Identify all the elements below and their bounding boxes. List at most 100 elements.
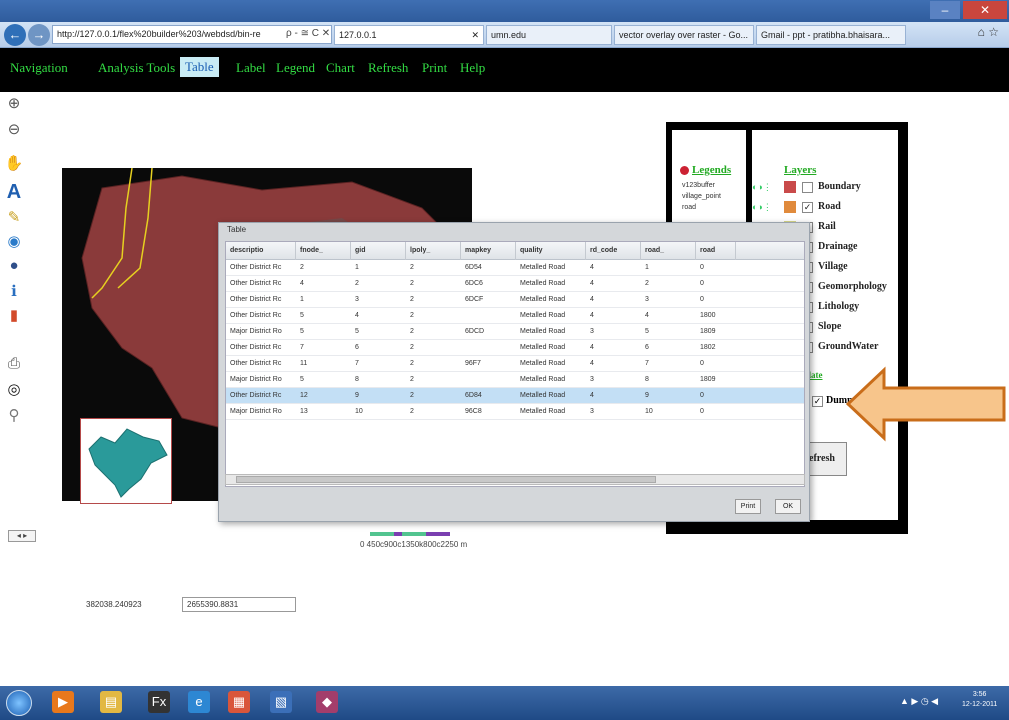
legend-title[interactable]: Legends (692, 164, 731, 176)
media-player-icon[interactable]: ▶ (52, 691, 74, 713)
dump-checkbox[interactable]: ✓ (812, 396, 823, 407)
table-cell: 4 (300, 280, 304, 287)
tab-google-search[interactable]: vector overlay over raster - Go... (614, 25, 754, 45)
menu-help[interactable]: Help (460, 60, 485, 76)
table-row[interactable]: Other District Rc 4 2 2 6DC6 Metalled Road 4 2 0 (226, 276, 804, 292)
layer-row-boundary[interactable]: ◐◑⋮ Boundary (752, 180, 897, 196)
column-header-descriptio[interactable]: descriptio (230, 242, 296, 260)
table-cell: 12 (300, 392, 308, 399)
paint-icon[interactable]: ▦ (228, 691, 250, 713)
menu-label[interactable]: Label (236, 60, 266, 76)
table-row[interactable]: Other District Rc 2 1 2 6D54 Metalled Road 4 1 0 (226, 260, 804, 276)
table-cell: 4 (590, 312, 594, 319)
editor-icon[interactable]: ▧ (270, 691, 292, 713)
table-cell: 96F7 (465, 360, 481, 367)
menu-chart[interactable]: Chart (326, 60, 355, 76)
print-icon[interactable]: ⎙ (4, 354, 24, 374)
table-cell: 4 (590, 360, 594, 367)
table-cell: Metalled Road (520, 328, 566, 335)
table-row[interactable]: Other District Rc 11 7 2 96F7 Metalled Road 4 7… (226, 356, 804, 372)
legend-close-icon[interactable] (680, 166, 689, 175)
zoom-out-icon[interactable]: ⊖ (4, 120, 24, 140)
layer-row-road[interactable]: ◐◑⋮ ✓ Road (752, 200, 897, 216)
text-label-icon[interactable]: A (4, 182, 24, 202)
url-controls[interactable]: ρ - ≅ C ✕ (286, 25, 330, 42)
folder-icon[interactable]: ▤ (100, 691, 122, 713)
identify-icon[interactable]: ◎ (4, 380, 24, 400)
attribute-table[interactable]: descriptio fnode_ gid lpoly_ mapkey quality rd… (225, 241, 805, 487)
search-icon[interactable]: ⚲ (4, 406, 24, 426)
back-icon[interactable]: ← (4, 24, 26, 46)
column-header-rd_code[interactable]: rd_code (590, 242, 641, 260)
table-row[interactable]: Major District Ro 13 10 2 96C8 Metalled Road 3… (226, 404, 804, 420)
column-header-lpoly_[interactable]: lpoly_ (410, 242, 461, 260)
ie-icon[interactable]: e (188, 691, 210, 713)
flex-icon[interactable]: Fx (148, 691, 170, 713)
layer-visibility-icon[interactable]: ◐◑⋮ (752, 182, 772, 193)
column-header-road[interactable]: road (700, 242, 736, 260)
print-button[interactable]: Print (735, 499, 761, 514)
chart-icon[interactable]: ▮ (4, 306, 24, 326)
table-cell: 6 (355, 344, 359, 351)
zoom-in-icon[interactable]: ⊕ (4, 94, 24, 114)
table-cell: 2 (300, 264, 304, 271)
table-row[interactable]: Other District Rc 12 9 2 6D84 Metalled Road 4 9… (226, 388, 804, 404)
pan-icon[interactable]: ✋ (4, 154, 24, 174)
table-cell: Metalled Road (520, 264, 566, 271)
layer-checkbox[interactable] (802, 182, 813, 193)
table-row[interactable]: Other District Rc 1 3 2 6DCF Metalled Road 4 3 0 (226, 292, 804, 308)
table-dialog[interactable]: Table descriptio fnode_ gid lpoly_ mapkey qua… (218, 222, 810, 522)
layer-name: Lithology (818, 301, 860, 312)
column-header-road_[interactable]: road_ (645, 242, 696, 260)
globe-icon[interactable]: ◉ (4, 232, 24, 252)
start-button[interactable] (6, 690, 32, 716)
table-cell: 4 (590, 264, 594, 271)
layer-checkbox[interactable]: ✓ (802, 202, 813, 213)
table-row[interactable]: Major District Ro 5 5 2 6DCD Metalled Road 3 5 1… (226, 324, 804, 340)
taskbar: ▶ ▤ Fx e ▦ ▧ ◆ ▲ ▶ ◷ ◀ 3:56 12-12-2011 (0, 686, 1009, 720)
menu-refresh[interactable]: Refresh (368, 60, 408, 76)
menu-table[interactable]: Table (180, 57, 219, 77)
column-header-quality[interactable]: quality (520, 242, 586, 260)
menu-analysis-tools[interactable]: Analysis Tools (98, 60, 175, 76)
layer-visibility-icon[interactable]: ◐◑⋮ (752, 202, 772, 213)
table-cell: 8 (355, 376, 359, 383)
table-cell: 9 (355, 392, 359, 399)
layer-name: Rail (818, 221, 836, 232)
table-cell: 2 (410, 312, 414, 319)
table-cell: Major District Ro (230, 376, 282, 383)
minimize-button[interactable]: – (930, 1, 960, 19)
layers-title[interactable]: Layers (784, 164, 816, 176)
forward-icon[interactable]: → (28, 24, 50, 46)
scroll-thumb[interactable] (236, 476, 656, 483)
table-cell: Metalled Road (520, 312, 566, 319)
tab-gmail[interactable]: Gmail - ppt - pratibha.bhaisara... (756, 25, 906, 45)
table-row[interactable]: Other District Rc 5 4 2 Metalled Road 4 4 1800 (226, 308, 804, 324)
table-row[interactable]: Major District Ro 5 8 2 Metalled Road 3 8 1809 (226, 372, 804, 388)
tab-close-icon[interactable]: ✕ (471, 26, 479, 44)
system-tray[interactable]: ▲ ▶ ◷ ◀ (900, 696, 938, 707)
column-header-gid[interactable]: gid (355, 242, 406, 260)
menu-print[interactable]: Print (422, 60, 447, 76)
table-cell: 2 (410, 296, 414, 303)
y-coordinate-field[interactable]: 2655390.8831 (182, 597, 296, 612)
tab-umn[interactable]: umn.edu (486, 25, 612, 45)
table-cell: Other District Rc (230, 344, 282, 351)
menu-navigation[interactable]: Navigation (10, 60, 68, 76)
edit-pencil-icon[interactable]: ✎ (4, 208, 24, 228)
winrar-icon[interactable]: ◆ (316, 691, 338, 713)
layer-name: Road (818, 201, 841, 212)
column-header-mapkey[interactable]: mapkey (465, 242, 516, 260)
horizontal-scrollbar[interactable] (225, 474, 805, 485)
tab-localhost[interactable]: 127.0.0.1 ✕ (334, 25, 484, 45)
info-icon[interactable]: ℹ (4, 282, 24, 302)
home-favorites-icon[interactable]: ⌂ ☆ (978, 25, 999, 39)
table-row[interactable]: Other District Rc 7 6 2 Metalled Road 4 6 1802 (226, 340, 804, 356)
ok-button[interactable]: OK (775, 499, 801, 514)
close-window-button[interactable]: ✕ (963, 1, 1007, 19)
zoom-slider-control[interactable]: ◂ ▸ (8, 530, 36, 542)
full-extent-icon[interactable]: ● (4, 256, 24, 276)
overview-map[interactable] (80, 418, 172, 504)
menu-legend[interactable]: Legend (276, 60, 315, 76)
column-header-fnode_[interactable]: fnode_ (300, 242, 351, 260)
